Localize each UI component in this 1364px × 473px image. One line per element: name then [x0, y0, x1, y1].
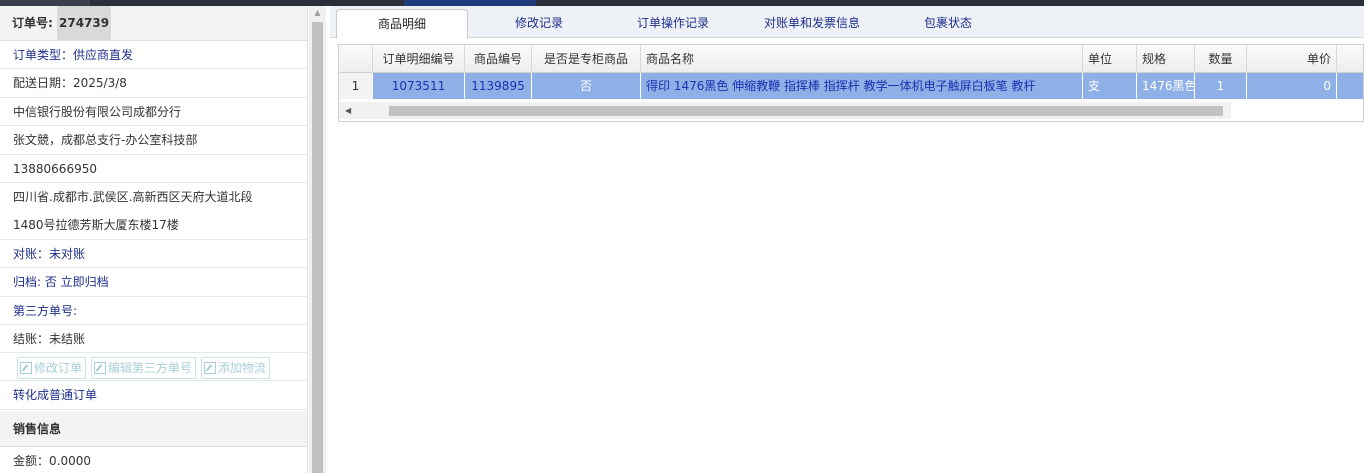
edit-third-party-label: 编辑第三方单号: [107, 361, 192, 376]
tab-change-log[interactable]: 修改记录: [500, 9, 578, 39]
cell-product-name[interactable]: 得印 1476黑色 伸缩教鞭 指挥棒 指挥杆 教学一体机电子触屏白板笔 教杆: [641, 73, 1083, 99]
order-info-panel: 订单号: 274739 订单类型：供应商直发 配送日期：2025/3/8 中信银…: [0, 6, 326, 473]
scrollbar-thumb[interactable]: [312, 22, 323, 473]
order-info-content: 订单号: 274739 订单类型：供应商直发 配送日期：2025/3/8 中信银…: [0, 6, 308, 473]
cell-spec[interactable]: 1476黑色: [1137, 73, 1195, 99]
order-number-header: 订单号: 274739: [0, 6, 307, 41]
order-type: 订单类型：供应商直发: [0, 41, 307, 70]
col-unit[interactable]: 单位: [1083, 45, 1137, 73]
tab-bar: 商品明细 修改记录 订单操作记录 对账单和发票信息 包裹状态: [330, 6, 1364, 39]
scroll-up-icon[interactable]: ▲: [309, 6, 326, 20]
cell-product-id[interactable]: 1139895: [465, 73, 532, 99]
contact-phone: 13880666950: [0, 155, 307, 183]
cell-overflow: [1337, 73, 1363, 99]
delivery-date: 配送日期：2025/3/8: [0, 69, 307, 98]
archive-status[interactable]: 归档: 否 立即归档: [0, 268, 307, 297]
edit-order-label: 修改订单: [34, 361, 83, 376]
col-quantity[interactable]: 数量: [1195, 45, 1247, 73]
detail-panel: 商品明细 修改记录 订单操作记录 对账单和发票信息 包裹状态 订单明细编号 商品…: [330, 6, 1364, 473]
tab-package-status[interactable]: 包裹状态: [912, 9, 984, 39]
col-is-counter[interactable]: 是否是专柜商品: [532, 45, 641, 73]
edit-third-party-button[interactable]: 编辑第三方单号: [90, 357, 196, 380]
edit-order-button[interactable]: 修改订单: [17, 357, 87, 380]
cell-detail-id[interactable]: 1073511: [373, 73, 465, 99]
edit-icon: [203, 362, 216, 375]
col-unit-price[interactable]: 单价: [1247, 45, 1337, 73]
contact-person: 张文競，成都总支行-办公室科技部: [0, 126, 307, 155]
edit-icon: [93, 362, 106, 375]
col-product-id[interactable]: 商品编号: [465, 45, 532, 73]
horizontal-scrollbar-thumb[interactable]: [389, 106, 1223, 116]
row-number: 1: [339, 73, 373, 99]
tab-product-details[interactable]: 商品明细: [336, 9, 468, 39]
address-line-2: 1480号拉德芳斯大厦东楼17楼: [0, 211, 307, 240]
address-line-1: 四川省.成都市.武侯区.高新西区天府大道北段: [13, 189, 253, 204]
grid-horizontal-scrollbar[interactable]: ◀: [339, 102, 1231, 119]
action-buttons: 修改订单 编辑第三方单号 添加物流: [0, 353, 307, 382]
order-number-label: 订单号:: [12, 16, 53, 30]
cell-unit[interactable]: 支: [1083, 73, 1137, 99]
company-name: 中信银行股份有限公司成都分行: [0, 98, 307, 127]
col-spec[interactable]: 规格: [1137, 45, 1195, 73]
add-logistics-button[interactable]: 添加物流: [200, 357, 270, 380]
row-number-header: [339, 45, 373, 73]
add-logistics-label: 添加物流: [217, 361, 266, 376]
cell-is-counter[interactable]: 否: [532, 73, 641, 99]
sales-info-header: 销售信息: [0, 410, 307, 447]
settlement-status: 结账：未结账: [0, 325, 307, 354]
reconcile-status[interactable]: 对账：未对账: [0, 240, 307, 269]
grid-header: 订单明细编号 商品编号 是否是专柜商品 商品名称 单位 规格 数量 单价: [339, 45, 1363, 73]
tab-order-operation-log[interactable]: 订单操作记录: [626, 9, 720, 39]
tab-statement-invoice[interactable]: 对账单和发票信息: [754, 9, 870, 39]
cell-unit-price[interactable]: 0: [1247, 73, 1337, 99]
product-grid: 订单明细编号 商品编号 是否是专柜商品 商品名称 单位 规格 数量 单价 1 1…: [338, 44, 1364, 122]
table-row[interactable]: 1 1073511 1139895 否 得印 1476黑色 伸缩教鞭 指挥棒 指…: [339, 73, 1363, 99]
convert-to-normal-order-link[interactable]: 转化成普通订单: [0, 381, 307, 410]
cell-quantity[interactable]: 1: [1195, 73, 1247, 99]
left-panel-scrollbar[interactable]: ▲: [309, 6, 326, 473]
order-number-value: 274739: [57, 6, 112, 40]
scroll-left-icon[interactable]: ◀: [345, 102, 351, 119]
sales-amount: 金额：0.0000: [0, 447, 307, 473]
col-detail-id[interactable]: 订单明细编号: [373, 45, 465, 73]
third-party-order-number: 第三方单号:: [0, 297, 307, 325]
edit-icon: [20, 362, 32, 375]
col-product-name[interactable]: 商品名称: [641, 45, 1083, 73]
